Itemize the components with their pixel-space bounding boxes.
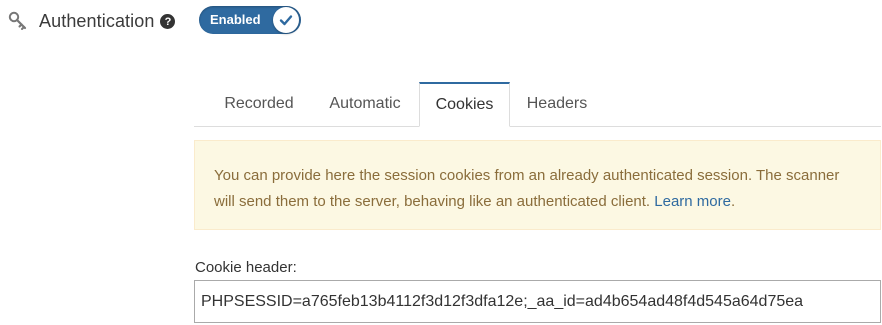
tab-headers[interactable]: Headers bbox=[510, 82, 604, 126]
authentication-toggle[interactable]: Enabled bbox=[199, 6, 301, 34]
checkmark-icon bbox=[273, 7, 299, 33]
auth-method-tabs: Recorded Automatic Cookies Headers bbox=[194, 82, 881, 127]
tab-automatic[interactable]: Automatic bbox=[310, 82, 420, 126]
info-trailing: . bbox=[730, 193, 736, 210]
cookie-header-input[interactable] bbox=[194, 280, 881, 323]
authentication-header: Authentication ? bbox=[8, 6, 176, 36]
section-title: Authentication bbox=[39, 10, 155, 31]
question-circle-icon[interactable]: ? bbox=[160, 14, 176, 29]
tab-recorded[interactable]: Recorded bbox=[208, 82, 310, 126]
learn-more-link[interactable]: Learn more bbox=[654, 193, 731, 210]
authentication-panel: Authentication ? Enabled Recorded Automa… bbox=[0, 0, 882, 325]
info-text: You can provide here the session cookies… bbox=[214, 167, 840, 210]
cookie-header-label: Cookie header: bbox=[195, 259, 297, 276]
toggle-label: Enabled bbox=[210, 12, 261, 27]
tab-cookies[interactable]: Cookies bbox=[419, 82, 510, 127]
info-alert: You can provide here the session cookies… bbox=[194, 140, 881, 230]
key-icon bbox=[8, 11, 28, 31]
